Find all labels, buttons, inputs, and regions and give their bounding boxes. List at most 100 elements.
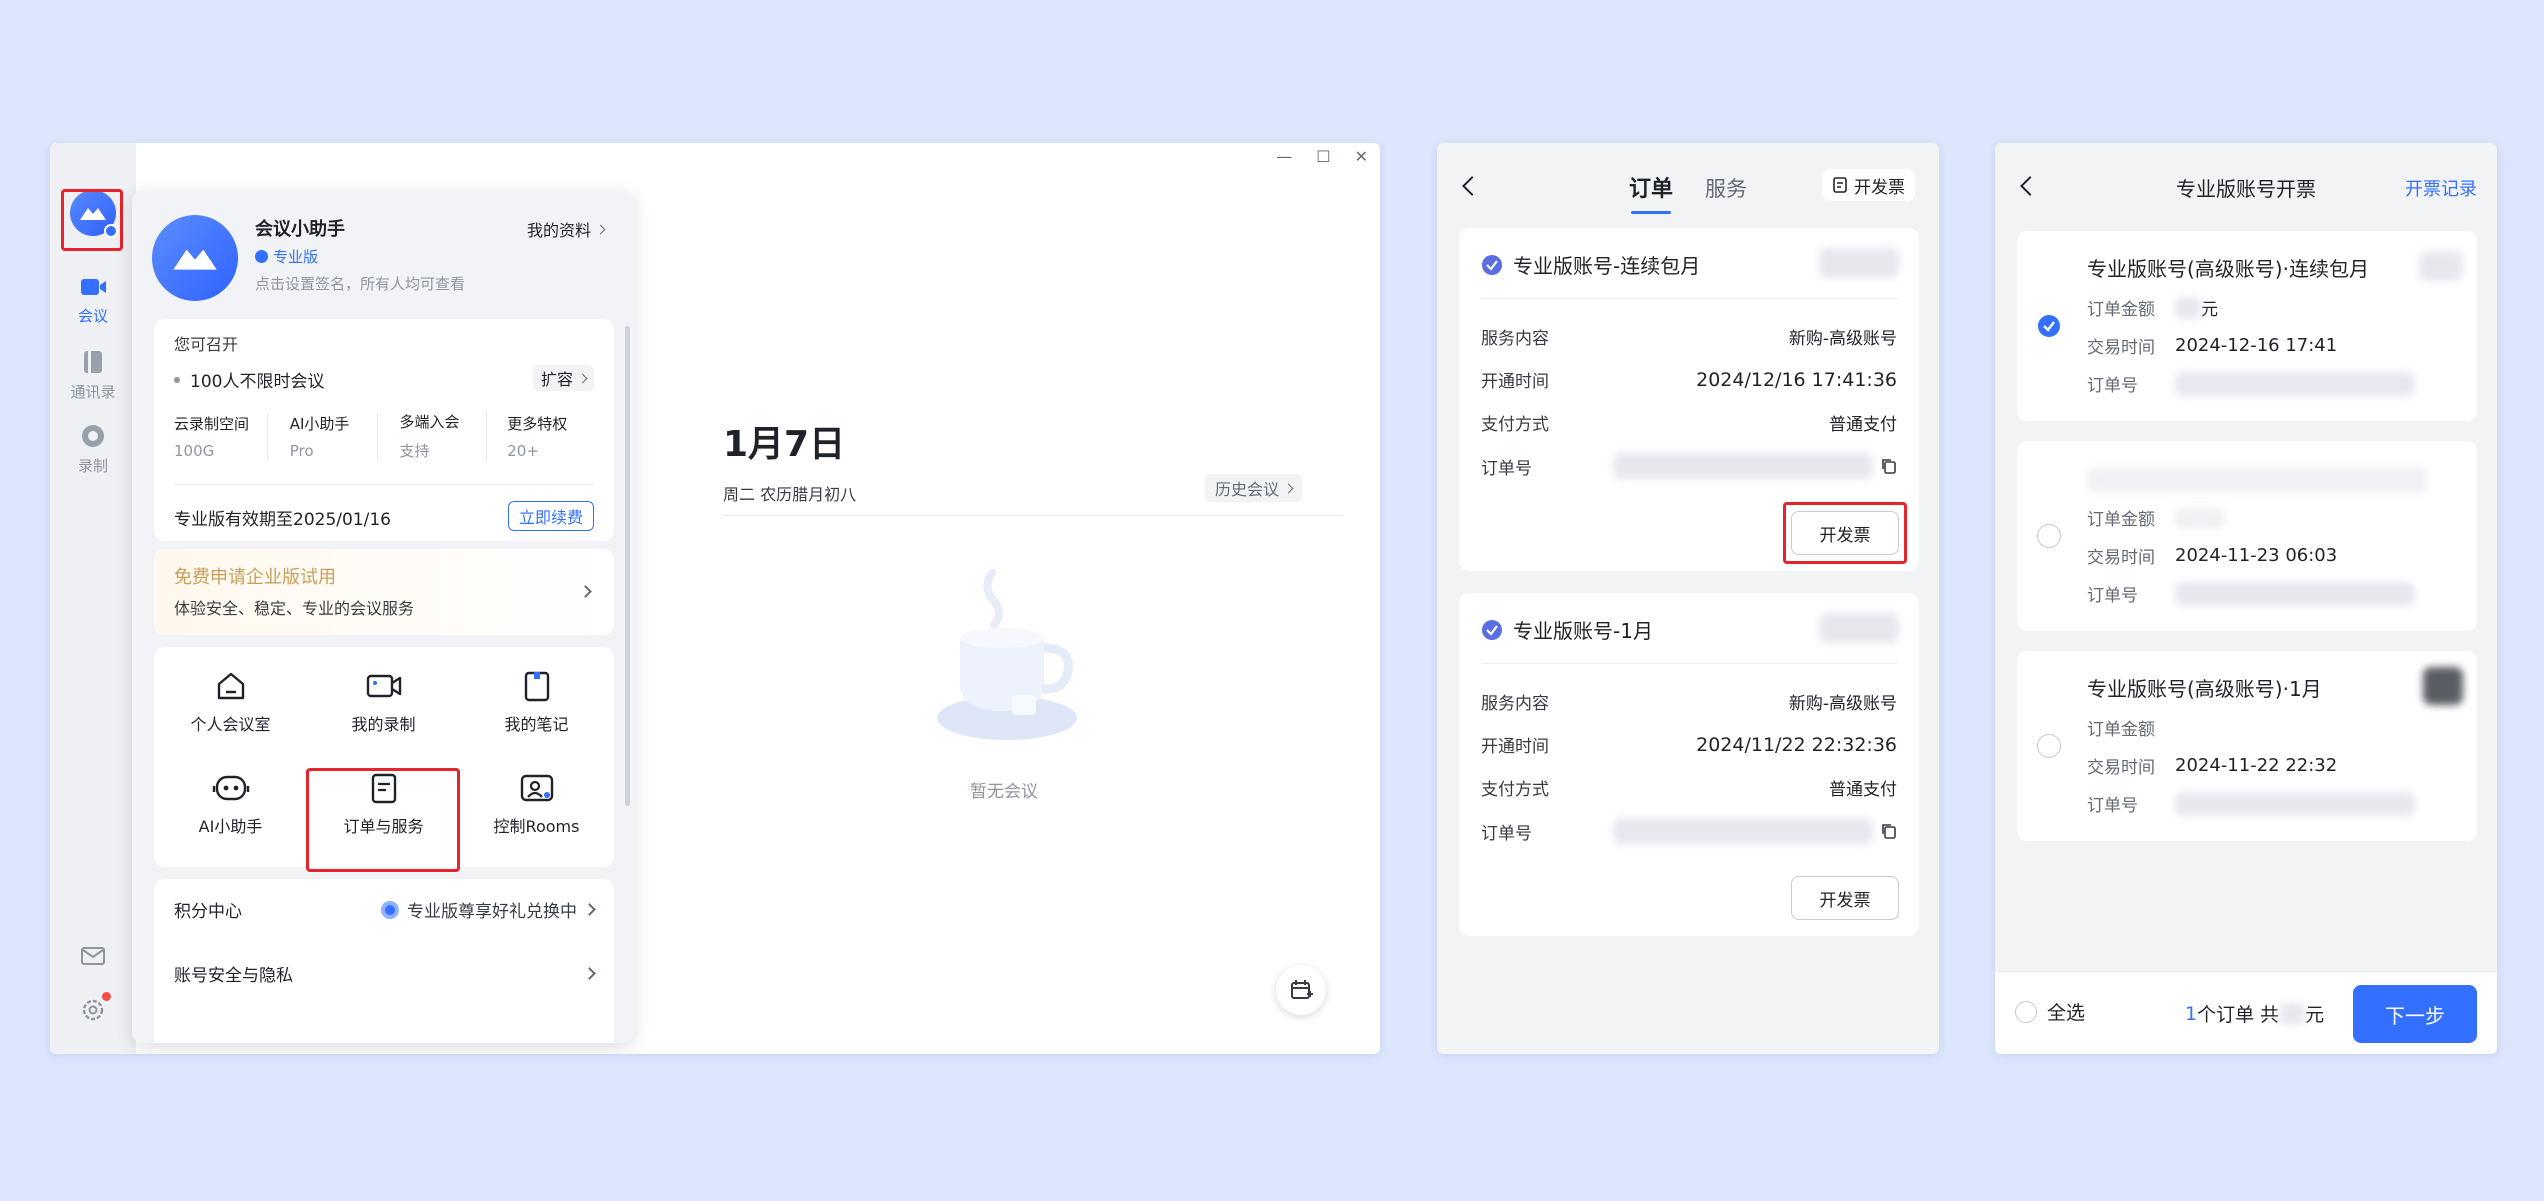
- rail-item-label: 通讯录: [70, 383, 116, 401]
- time-value: 2024-11-22 22:32: [2175, 755, 2338, 776]
- video-icon: [81, 279, 106, 295]
- order-row: 服务内容 新购-高级账号: [1481, 689, 1897, 714]
- close-button[interactable]: ✕: [1355, 147, 1368, 166]
- checkbox-empty-icon[interactable]: [2037, 734, 2061, 758]
- recording-icon: [366, 674, 401, 698]
- stat-item: AI小助手 Pro: [268, 412, 378, 460]
- tab-orders[interactable]: 订单: [1629, 171, 1673, 214]
- time-value: 2024-11-23 06:03: [2175, 545, 2338, 566]
- time-value: 2024-12-16 17:41: [2175, 335, 2338, 356]
- item-time-row: 交易时间 2024-11-22 22:32: [2087, 753, 2337, 778]
- renew-label: 立即续费: [518, 508, 583, 527]
- main-subdate: 周二 农历腊月初八: [723, 485, 857, 504]
- trial-title: 免费申请企业版试用: [174, 567, 336, 588]
- enterprise-trial-card[interactable]: 免费申请企业版试用 体验安全、稳定、专业的会议服务: [154, 549, 614, 635]
- checkbox-checked-icon[interactable]: [2037, 314, 2061, 338]
- issue-invoice-button[interactable]: 开发票: [1791, 876, 1899, 920]
- order-card[interactable]: 专业版账号-连续包月 服务内容 新购-高级账号 开通时间 2024/12/16 …: [1459, 228, 1919, 571]
- tab-services[interactable]: 服务: [1705, 173, 1747, 203]
- order-title: 专业版账号-连续包月: [1513, 254, 1701, 278]
- invoice-header-button[interactable]: 开发票: [1822, 169, 1915, 201]
- points-center-row[interactable]: 积分中心 专业版尊享好礼兑换中: [174, 897, 596, 922]
- redacted-order-number: [1613, 453, 1873, 479]
- rail-item-label: 会议: [77, 307, 108, 325]
- next-step-button[interactable]: 下一步: [2353, 985, 2477, 1043]
- copy-icon[interactable]: [1881, 458, 1897, 474]
- account-security-row[interactable]: 账号安全与隐私: [174, 961, 596, 986]
- time-label: 交易时间: [2087, 548, 2155, 568]
- back-chevron-icon[interactable]: [1462, 176, 1482, 196]
- meeting-limit-text: 100人不限时会议: [190, 372, 325, 392]
- order-row: 订单号: [1481, 453, 1897, 479]
- invoice-records-link[interactable]: 开票记录: [2405, 175, 2477, 201]
- stat-item: 多端入会 支持: [378, 411, 488, 461]
- rail-item-recordings[interactable]: 录制: [50, 423, 136, 476]
- tab-underline: [1631, 211, 1671, 214]
- order-card[interactable]: 专业版账号-1月 服务内容 新购-高级账号 开通时间 2024/11/22 22…: [1459, 593, 1919, 936]
- item-order-row: 订单号: [2087, 371, 2415, 396]
- summary-suffix: 元: [2305, 1004, 2325, 1026]
- row-value: 普通支付: [1829, 780, 1897, 800]
- rail-item-contacts[interactable]: 通讯录: [50, 349, 136, 402]
- panel-scrollbar[interactable]: [625, 326, 630, 806]
- verified-check-icon: [1482, 619, 1502, 640]
- points-security-card: 积分中心 专业版尊享好礼兑换中 账号安全与隐私: [154, 879, 614, 1043]
- redacted-amount: [2175, 296, 2201, 319]
- minimize-button[interactable]: —: [1276, 147, 1292, 166]
- expand-button[interactable]: 扩容: [532, 365, 594, 391]
- calendar-add-button[interactable]: [1276, 965, 1326, 1015]
- left-rail: 会议 通讯录 录制: [50, 143, 136, 1054]
- expiry-text: 专业版有效期至2025/01/16: [174, 510, 391, 530]
- row-label: 订单号: [1481, 458, 1532, 479]
- grid-item-control-rooms[interactable]: 控制Rooms: [460, 771, 613, 837]
- grid-item-my-notes[interactable]: 我的笔记: [460, 669, 613, 735]
- meeting-limit: 100人不限时会议: [174, 367, 324, 392]
- settings-gear-icon[interactable]: [80, 997, 106, 1023]
- copy-icon[interactable]: [1881, 823, 1897, 839]
- renew-button[interactable]: 立即续费: [507, 501, 594, 531]
- verified-check-icon: [1482, 254, 1502, 275]
- trial-desc: 体验安全、稳定、专业的会议服务: [174, 599, 415, 618]
- row-label: 开通时间: [1481, 372, 1549, 392]
- checkbox-empty-icon[interactable]: [2037, 524, 2061, 548]
- logo-mountain-icon: [173, 249, 217, 270]
- item-title: 专业版账号(高级账号)·连续包月: [2087, 257, 2369, 281]
- maximize-button[interactable]: ☐: [1316, 147, 1330, 166]
- chevron-right-icon: [583, 967, 596, 980]
- select-all-checkbox[interactable]: 全选: [2015, 998, 2085, 1025]
- grid-item-personal-room[interactable]: 个人会议室: [154, 669, 307, 735]
- row-value: 新购-高级账号: [1788, 329, 1897, 349]
- redacted-price: [2423, 667, 2463, 705]
- row-value: 2024/11/22 22:32:36: [1696, 733, 1897, 756]
- order-summary: 1 个订单 共 元: [2185, 1000, 2324, 1027]
- invoice-footer: 全选 1 个订单 共 元 下一步: [1995, 971, 2497, 1054]
- points-center-label: 积分中心: [174, 902, 242, 922]
- stat-label: AI小助手: [289, 414, 350, 433]
- invoice-item[interactable]: 专业版账号(高级账号)·连续包月 订单金额 元 交易时间 2024-12-16 …: [2017, 231, 2477, 421]
- row-label: 支付方式: [1481, 780, 1549, 800]
- history-meetings-button[interactable]: 历史会议: [1205, 474, 1303, 502]
- grid-item-label: AI小助手: [198, 817, 263, 836]
- order-label: 订单号: [2087, 796, 2138, 816]
- rail-item-meetings[interactable]: 会议: [50, 275, 136, 326]
- row-value: 2024/12/16 17:41:36: [1696, 368, 1897, 391]
- grid-item-ai-assistant[interactable]: AI小助手: [154, 771, 307, 837]
- plan-card: 您可召开 100人不限时会议 扩容 云录制空间 100G AI小助手 Pro 多…: [154, 319, 614, 541]
- invoice-item[interactable]: 订单金额 交易时间 2024-11-23 06:03 订单号: [2017, 441, 2477, 631]
- invoice-item[interactable]: 专业版账号(高级账号)·1月 订单金额 交易时间 2024-11-22 22:3…: [2017, 651, 2477, 841]
- grid-item-label: 我的笔记: [504, 715, 569, 734]
- redacted-order-number: [2175, 581, 2415, 606]
- item-amount-row: 订单金额 元: [2087, 295, 2218, 320]
- meeting-app-window: 会议 通讯录 录制 — ☐ ✕ 1月7日 周二 农历腊月初八 历史会议 暂无会议: [50, 143, 1380, 1054]
- profile-avatar[interactable]: [152, 215, 238, 301]
- mail-icon[interactable]: [80, 945, 106, 967]
- empty-state-text: 暂无会议: [970, 782, 1038, 802]
- home-icon: [217, 672, 244, 700]
- profile-signature[interactable]: 点击设置签名，所有人均可查看: [255, 273, 465, 294]
- orders-window: 订单 服务 开发票 专业版账号-连续包月 服务内容 新购-高级账号 开通时间 2…: [1437, 143, 1939, 1054]
- order-number-value: [1613, 818, 1897, 844]
- grid-item-my-recordings[interactable]: 我的录制: [307, 669, 460, 735]
- divider: [174, 484, 594, 485]
- amount-label: 订单金额: [2087, 300, 2155, 320]
- my-profile-link[interactable]: 我的资料: [527, 217, 606, 241]
